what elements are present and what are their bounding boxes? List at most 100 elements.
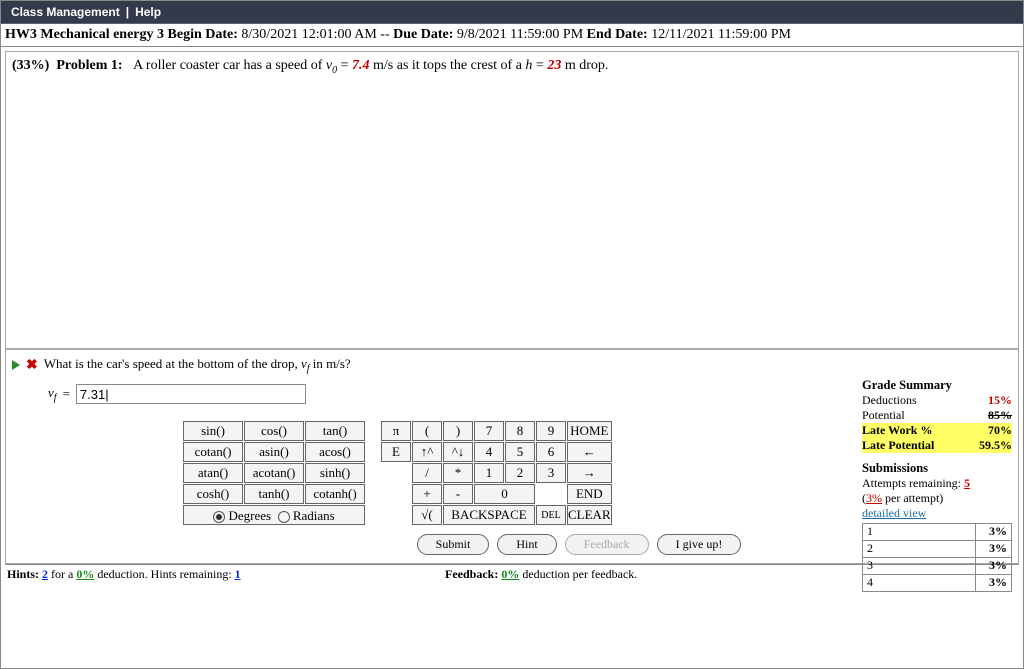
deductions-label: Deductions <box>862 393 917 408</box>
problem-sentence-1: A roller coaster car has a speed of <box>133 58 326 73</box>
potential-label: Potential <box>862 408 905 423</box>
problem-sentence-2: m/s as it tops the crest of a <box>370 58 526 73</box>
feedback-button: Feedback <box>565 534 649 555</box>
feedback-deduction[interactable]: 0% <box>501 567 519 581</box>
key-cotanh[interactable]: cotanh() <box>305 484 365 504</box>
grade-sidebar: Grade Summary Deductions15% Potential85%… <box>862 374 1012 592</box>
key-cotan[interactable]: cotan() <box>183 442 243 462</box>
key-7[interactable]: 7 <box>474 421 504 441</box>
answer-input[interactable] <box>76 384 306 404</box>
key-9[interactable]: 9 <box>536 421 566 441</box>
h-eq: = <box>532 58 547 73</box>
latepotential-value: 59.5% <box>979 438 1012 453</box>
key-4[interactable]: 4 <box>474 442 504 462</box>
key-2[interactable]: 2 <box>505 463 535 483</box>
key-home[interactable]: HOME <box>567 421 612 441</box>
giveup-button[interactable]: I give up! <box>657 534 742 555</box>
key-blank3 <box>536 484 566 504</box>
begin-date-label: Begin Date: <box>168 27 238 42</box>
key-sqrt[interactable]: √( <box>412 505 442 525</box>
per-attempt: (3% per attempt) <box>862 491 1012 506</box>
problem-percent: (33%) <box>12 58 49 73</box>
assignment-title: HW3 Mechanical energy 3 <box>5 27 164 42</box>
hint-button[interactable]: Hint <box>497 534 556 555</box>
key-del[interactable]: DEL <box>536 505 566 525</box>
grade-summary-title: Grade Summary <box>862 378 1012 393</box>
key-atan[interactable]: atan() <box>183 463 243 483</box>
v0-value: 7.4 <box>352 58 370 73</box>
hints-remaining[interactable]: 1 <box>235 567 241 581</box>
table-row: 33% <box>863 557 1012 574</box>
key-sin[interactable]: sin() <box>183 421 243 441</box>
key-3[interactable]: 3 <box>536 463 566 483</box>
submit-button[interactable]: Submit <box>417 534 490 555</box>
class-management-link[interactable]: Class Management <box>11 5 120 19</box>
incorrect-icon: ✖ <box>26 357 38 374</box>
key-blank4 <box>381 505 411 525</box>
key-tanh[interactable]: tanh() <box>244 484 304 504</box>
key-tan[interactable]: tan() <box>305 421 365 441</box>
question-box: ✖ What is the car's speed at the bottom … <box>5 349 1019 565</box>
question-line: ✖ What is the car's speed at the bottom … <box>12 356 1012 375</box>
key-div[interactable]: / <box>412 463 442 483</box>
key-cosh[interactable]: cosh() <box>183 484 243 504</box>
key-acotan[interactable]: acotan() <box>244 463 304 483</box>
latework-label: Late Work % <box>862 423 932 438</box>
key-e[interactable]: E <box>381 442 411 462</box>
table-row: 23% <box>863 540 1012 557</box>
attempts-remaining-value[interactable]: 5 <box>964 476 970 490</box>
latepotential-label: Late Potential <box>862 438 934 453</box>
end-date-value: 12/11/2021 11:59:00 PM <box>651 27 791 42</box>
problem-sentence-3: m drop. <box>561 58 608 73</box>
key-supup[interactable]: ↑^ <box>412 442 442 462</box>
numeric-keypad: π ( ) 7 8 9 HOME E ↑^ ^↓ 4 5 6 ← <box>380 420 613 526</box>
key-acos[interactable]: acos() <box>305 442 365 462</box>
submissions-title: Submissions <box>862 461 1012 476</box>
key-blank <box>381 463 411 483</box>
key-5[interactable]: 5 <box>505 442 535 462</box>
key-backspace[interactable]: BACKSPACE <box>443 505 535 525</box>
key-clear[interactable]: CLEAR <box>567 505 612 525</box>
detailed-view-link[interactable]: detailed view <box>862 506 1012 521</box>
expand-icon[interactable] <box>12 360 20 370</box>
key-mul[interactable]: * <box>443 463 473 483</box>
key-0[interactable]: 0 <box>474 484 535 504</box>
key-sinh[interactable]: sinh() <box>305 463 365 483</box>
problem-block: (33%) Problem 1: A roller coaster car ha… <box>5 51 1019 349</box>
problem-label: Problem 1: <box>56 58 122 73</box>
due-date-value: 9/8/2021 11:59:00 PM <box>457 27 583 42</box>
key-pi[interactable]: π <box>381 421 411 441</box>
key-end[interactable]: END <box>567 484 612 504</box>
h-value: 23 <box>547 58 561 73</box>
key-rparen[interactable]: ) <box>443 421 473 441</box>
key-minus[interactable]: - <box>443 484 473 504</box>
v0-var: v0 <box>326 58 337 73</box>
degrees-radio[interactable] <box>213 511 225 523</box>
key-asin[interactable]: asin() <box>244 442 304 462</box>
key-8[interactable]: 8 <box>505 421 535 441</box>
help-link[interactable]: Help <box>135 5 161 19</box>
problem-figure-area <box>10 76 1014 344</box>
table-row: 43% <box>863 574 1012 591</box>
key-6[interactable]: 6 <box>536 442 566 462</box>
key-left[interactable]: ← <box>567 442 612 462</box>
date-separator: -- <box>380 27 389 42</box>
answer-eq: = <box>63 386 70 402</box>
key-plus[interactable]: + <box>412 484 442 504</box>
key-right[interactable]: → <box>567 463 612 483</box>
function-keypad: sin() cos() tan() cotan() asin() acos() … <box>182 420 366 526</box>
radians-radio[interactable] <box>278 511 290 523</box>
key-lparen[interactable]: ( <box>412 421 442 441</box>
key-blank2 <box>381 484 411 504</box>
top-menu-bar: Class Management | Help <box>1 1 1023 24</box>
key-supdown[interactable]: ^↓ <box>443 442 473 462</box>
v0-eq: = <box>337 58 352 73</box>
key-cos[interactable]: cos() <box>244 421 304 441</box>
key-1[interactable]: 1 <box>474 463 504 483</box>
hints-deduction[interactable]: 0% <box>76 567 94 581</box>
answer-label: vf <box>48 385 57 404</box>
problem-text: (33%) Problem 1: A roller coaster car ha… <box>10 56 1014 76</box>
hints-info: Hints: 2 for a 0% deduction. Hints remai… <box>5 567 445 582</box>
feedback-info: Feedback: 0% deduction per feedback. <box>445 567 637 582</box>
due-date-label: Due Date: <box>393 27 453 42</box>
